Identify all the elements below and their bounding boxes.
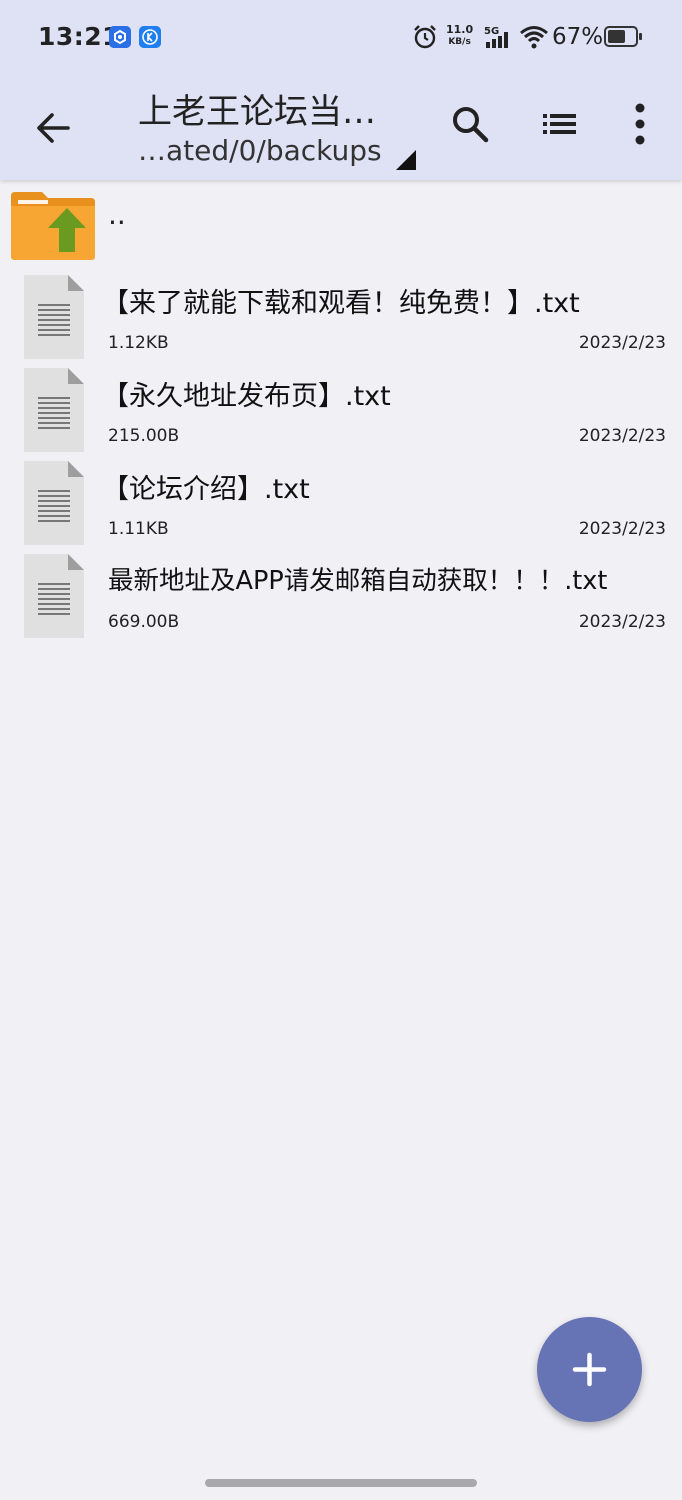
text-file-icon [22,368,86,456]
battery-nub [639,33,642,40]
file-row[interactable]: 【永久地址发布页】.txt 215.00B 2023/2/23 [0,368,682,461]
file-date: 2023/2/23 [578,612,666,632]
parent-folder-label: .. [108,198,126,231]
file-row[interactable]: 最新地址及APP请发邮箱自动获取！！！.txt 669.00B 2023/2/2… [0,554,682,647]
file-date: 2023/2/23 [578,333,666,353]
network-speed-value: 11.0 [446,23,474,36]
file-row[interactable]: 【来了就能下载和观看！纯免费！】.txt 1.12KB 2023/2/23 [0,275,682,368]
more-vert-icon [635,103,645,145]
alarm-icon [412,24,438,54]
file-size: 1.11KB [108,519,169,539]
search-icon [453,107,489,143]
file-manager-screen: 13:21 11.0 KB/s 5G 67% 上老王论坛当… …ated/0/b… [0,0,682,1500]
battery-percent: 67% [552,24,604,50]
file-date: 2023/2/23 [578,519,666,539]
file-name: 【永久地址发布页】.txt [102,381,391,412]
folder-path[interactable]: …ated/0/backups [138,134,382,167]
file-name: 【论坛介绍】.txt [102,474,310,505]
status-time: 13:21 [38,22,121,51]
gesture-nav-bar[interactable] [205,1479,477,1487]
network-type-label: 5G [484,26,499,37]
back-arrow-icon [37,113,70,143]
network-speed-unit: KB/s [448,37,471,47]
battery-level-fill [608,30,625,43]
plus-icon [572,1352,607,1387]
file-size: 669.00B [108,612,180,632]
text-file-icon [22,554,86,642]
folder-up-icon [10,188,96,264]
folder-title: 上老王论坛当… [138,92,376,132]
app-bar: 上老王论坛当… …ated/0/backups [0,76,682,180]
k-app-notification-icon [139,26,161,48]
battery-icon [604,26,642,47]
path-dropdown-triangle-icon[interactable] [396,150,416,170]
back-button[interactable] [30,106,74,150]
file-name: 【来了就能下载和观看！纯免费！】.txt [102,288,580,319]
text-file-icon [22,461,86,549]
app-notification-icon [109,26,131,48]
file-size: 215.00B [108,426,180,446]
wifi-icon [519,24,549,54]
status-bar: 13:21 11.0 KB/s 5G 67% [0,0,682,76]
search-button[interactable] [448,102,492,146]
file-date: 2023/2/23 [578,426,666,446]
view-mode-button[interactable] [538,102,582,146]
text-file-icon [22,275,86,363]
network-speed: 11.0 KB/s [446,24,473,48]
file-name: 最新地址及APP请发邮箱自动获取！！！.txt [108,566,608,596]
cellular-signal-icon: 5G [484,24,514,54]
file-size: 1.12KB [108,333,169,353]
list-view-icon [543,114,576,134]
more-options-button[interactable] [622,102,658,146]
file-row[interactable]: 【论坛介绍】.txt 1.11KB 2023/2/23 [0,461,682,554]
add-fab-button[interactable] [537,1317,642,1422]
parent-folder-row[interactable]: .. [0,182,682,262]
